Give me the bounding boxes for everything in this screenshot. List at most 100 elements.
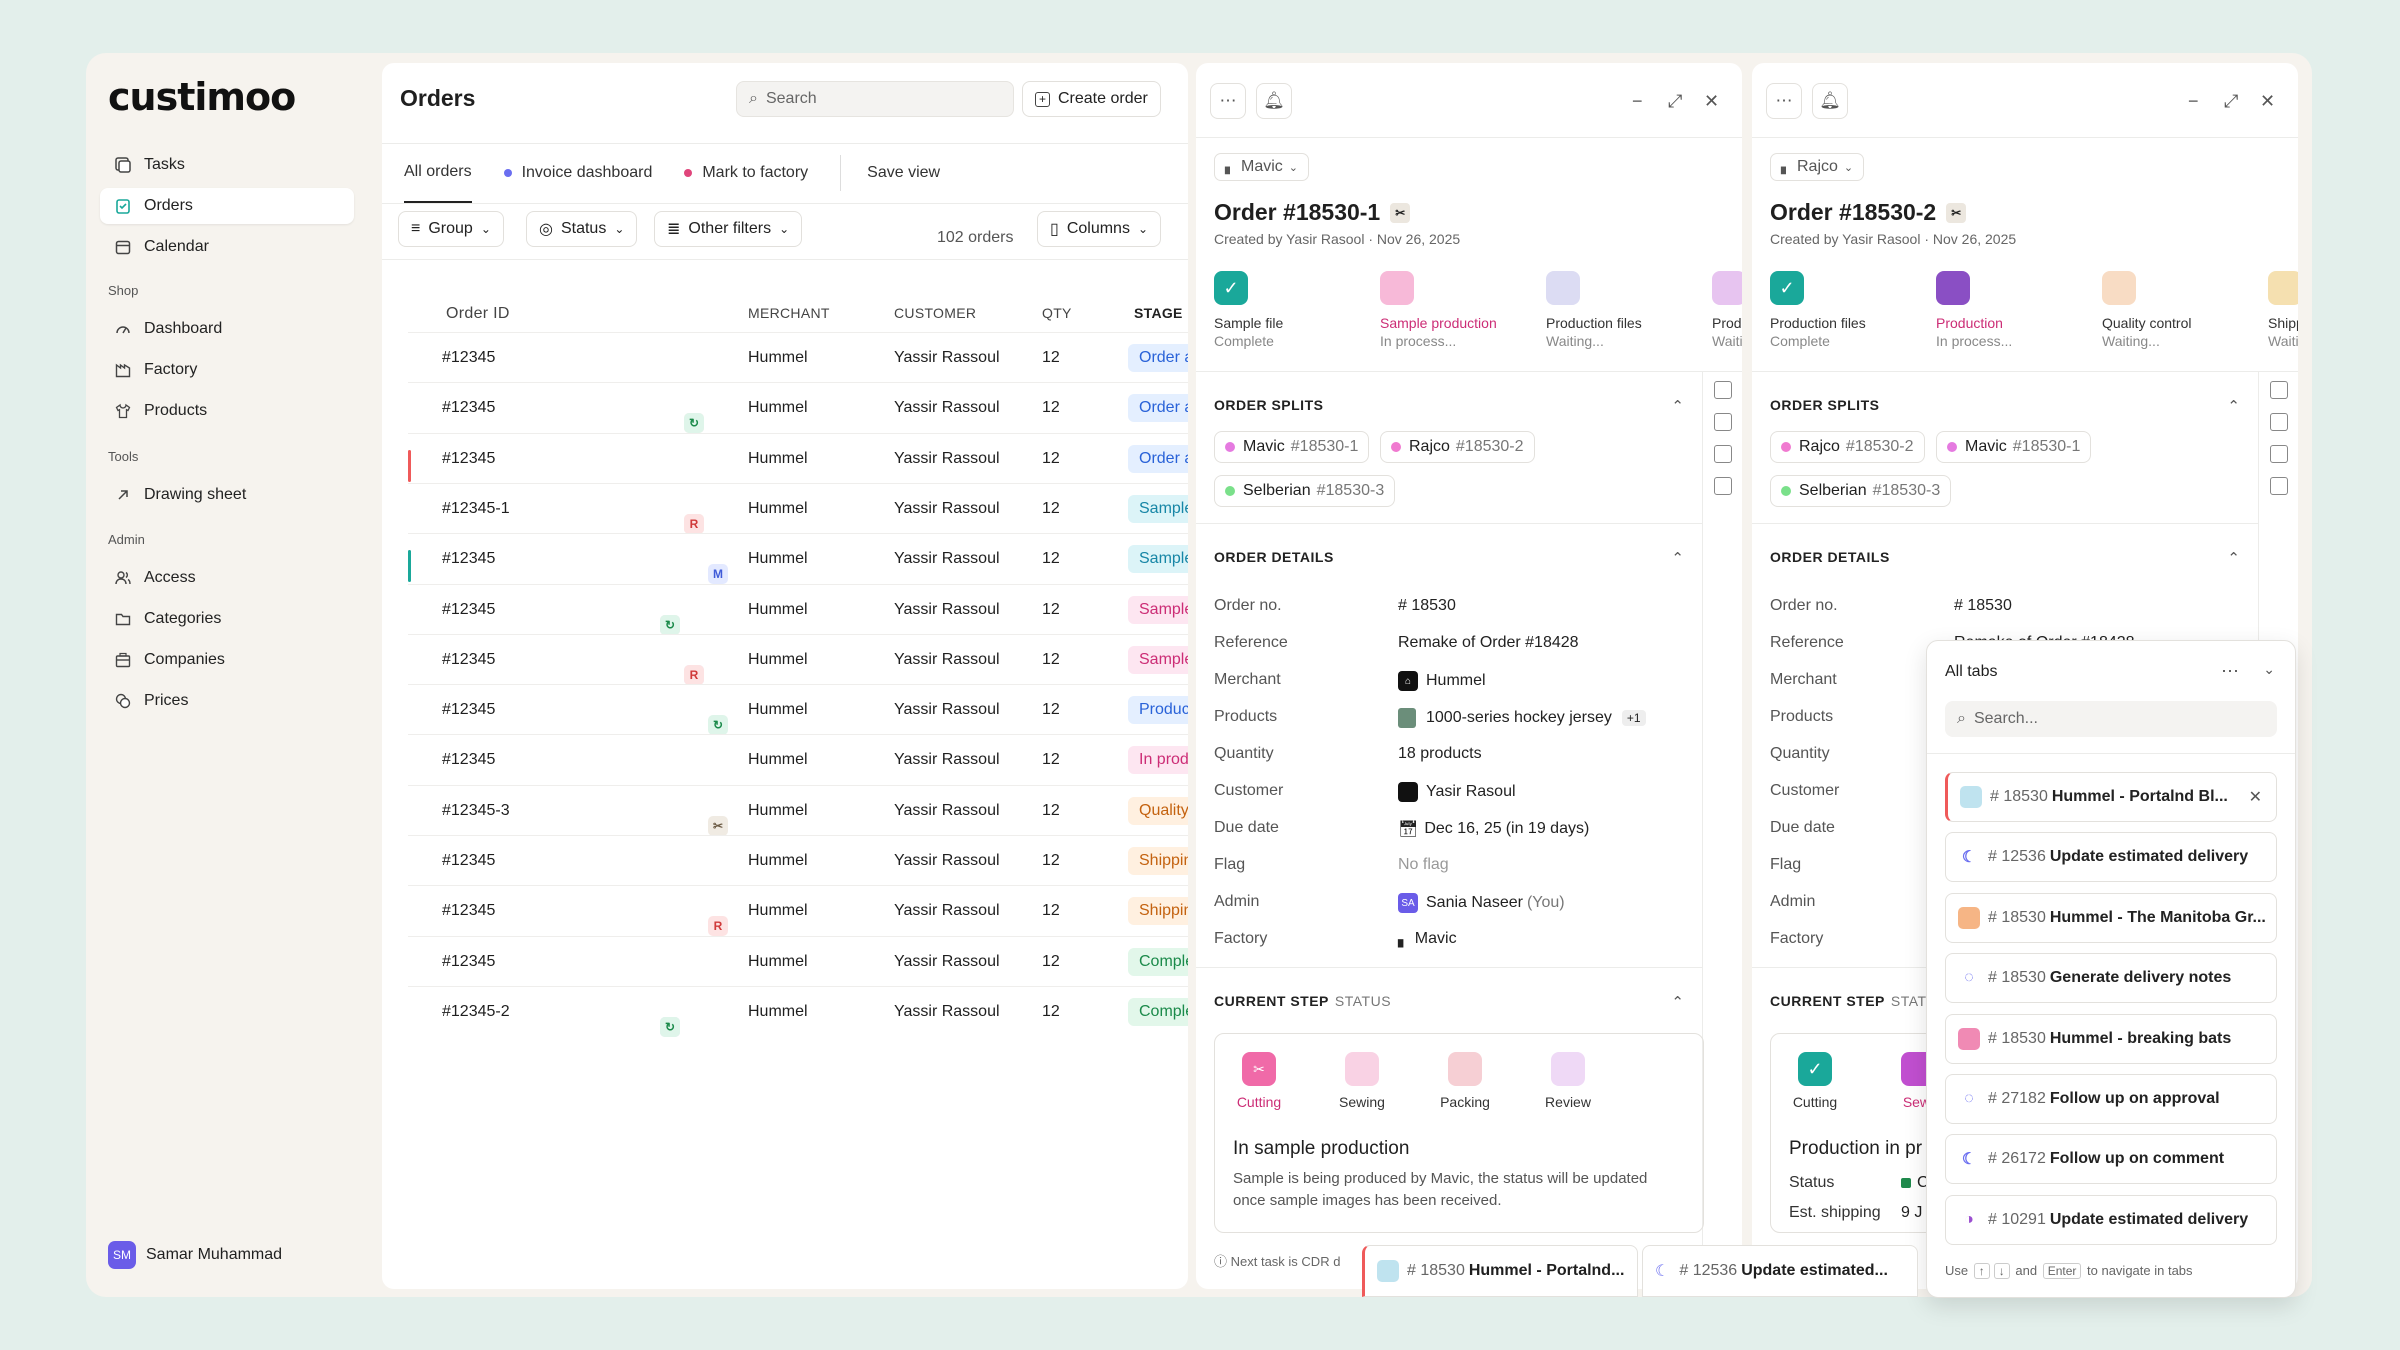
table-row[interactable]: #12345 MR Hummel Yassir Rassoul 12 Sampl… — [408, 633, 1188, 685]
shirt-icon[interactable] — [2269, 413, 2288, 431]
tab-list-item[interactable]: # 18530 Hummel - The Manitoba Gr... — [1945, 892, 2277, 943]
table-row[interactable]: #12345 ↻ Hummel Yassir Rassoul 12 Produc… — [408, 684, 1188, 736]
order-id[interactable]: #12345 — [442, 852, 495, 870]
sidebar-item-factory[interactable]: Factory — [100, 352, 354, 388]
other-filters-button[interactable]: ≣ Other filters ⌄ — [654, 211, 803, 247]
order-split-chip[interactable]: Mavic #18530-1 — [1214, 431, 1370, 463]
progress-step[interactable]: Production files Waiting... — [1546, 271, 1676, 349]
notifications-button[interactable]: 🔔︎ — [1812, 83, 1848, 119]
clipboard-icon[interactable] — [2269, 477, 2288, 495]
notifications-button[interactable]: 🔔︎ — [1256, 83, 1292, 119]
order-split-chip[interactable]: Rajco #18530-2 — [1380, 431, 1535, 463]
clipboard-icon[interactable] — [1713, 477, 1732, 495]
production-step[interactable]: Sewing — [1322, 1052, 1402, 1110]
sidebar-item-orders[interactable]: Orders — [100, 188, 354, 224]
sidebar-item-calendar[interactable]: Calendar — [100, 229, 354, 265]
production-step[interactable]: ✓ Cutting — [1775, 1052, 1855, 1110]
tab-list-item[interactable]: ◌ # 18530 Generate delivery notes — [1945, 953, 2277, 1004]
order-id[interactable]: #12345 — [442, 751, 495, 769]
order-split-chip[interactable]: Selberian #18530-3 — [1214, 475, 1396, 507]
tabs-search-input[interactable]: ⌕ Search... — [1945, 701, 2277, 737]
close-icon[interactable]: ✕ — [2260, 91, 2275, 112]
order-id[interactable]: #12345-2 — [442, 1003, 510, 1021]
order-id[interactable]: #12345 — [442, 701, 495, 719]
bottom-tab-2[interactable]: ☾ # 12536 Update estimated... — [1642, 1245, 1918, 1297]
order-id[interactable]: #12345 — [442, 399, 495, 417]
copy-icon[interactable] — [1713, 445, 1732, 463]
tab-all-orders[interactable]: All orders — [404, 143, 472, 203]
chevron-up-icon[interactable]: ⌃ — [1671, 993, 1684, 1011]
group-button[interactable]: ≡ Group ⌄ — [398, 211, 504, 247]
sidebar-item-drawing-sheet[interactable]: Drawing sheet — [100, 477, 354, 513]
table-row[interactable]: #12345 M Hummel Yassir Rassoul 12 Sample… — [408, 533, 1188, 585]
progress-step[interactable]: Production In process... — [1936, 271, 2066, 349]
tab-list-item[interactable]: # 18530 Hummel - breaking bats — [1945, 1013, 2277, 1064]
minimize-icon[interactable]: − — [2188, 91, 2199, 112]
more-button[interactable]: ⋯ — [1766, 83, 1802, 119]
chevron-up-icon[interactable]: ⌃ — [2227, 549, 2240, 567]
sidebar-item-access[interactable]: Access — [100, 560, 354, 596]
col-stage[interactable]: STAGE — [1134, 305, 1183, 321]
order-split-chip[interactable]: Mavic #18530-1 — [1936, 431, 2092, 463]
tab-mark-to-factory[interactable]: Mark to factory — [684, 164, 808, 182]
col-order-id[interactable]: Order ID — [446, 305, 510, 323]
order-id[interactable]: #12345 — [442, 953, 495, 971]
progress-step[interactable]: Sample production In process... — [1380, 271, 1510, 349]
table-row[interactable]: #12345 R↻ Hummel Yassir Rassoul 12 Order… — [408, 382, 1188, 434]
table-row[interactable]: #12345 Hummel Yassir Rassoul 12 In produ… — [408, 734, 1188, 784]
progress-step[interactable]: ✓ Production files Complete — [1770, 271, 1900, 349]
production-step[interactable]: Review — [1528, 1052, 1608, 1110]
order-split-chip[interactable]: Rajco #18530-2 — [1770, 431, 1925, 463]
tab-list-item[interactable]: ◑ # 10291 Update estimated delivery — [1945, 1194, 2277, 1245]
sidebar-item-products[interactable]: Products — [100, 393, 354, 429]
create-order-button[interactable]: + Create order — [1022, 81, 1161, 117]
minimize-icon[interactable]: − — [1632, 91, 1643, 112]
save-view-button[interactable]: Save view — [840, 155, 940, 191]
shirt-icon[interactable] — [1713, 413, 1732, 431]
table-row[interactable]: #12345 Hummel Yassir Rassoul 12 Shipping — [408, 835, 1188, 885]
col-merchant[interactable]: MERCHANT — [748, 305, 830, 321]
list-icon[interactable] — [1713, 381, 1732, 399]
tab-invoice-dashboard[interactable]: Invoice dashboard — [503, 164, 652, 182]
order-id[interactable]: #12345 — [442, 450, 495, 468]
user-profile[interactable]: SM Samar Muhammad — [108, 1241, 282, 1269]
columns-button[interactable]: ▯ Columns ⌄ — [1037, 211, 1162, 247]
tab-list-item[interactable]: ☾ # 26172 Follow up on comment — [1945, 1134, 2277, 1185]
table-row[interactable]: #12345-3 ✂ Hummel Yassir Rassoul 12 Qual… — [408, 784, 1188, 836]
production-step[interactable]: ✂ Cutting — [1219, 1052, 1299, 1110]
col-qty[interactable]: QTY — [1042, 305, 1072, 321]
factory-chip[interactable]: ▖ Mavic ⌄ — [1214, 153, 1309, 181]
col-customer[interactable]: CUSTOMER — [894, 305, 976, 321]
sidebar-item-prices[interactable]: Prices — [100, 683, 354, 719]
chevron-up-icon[interactable]: ⌃ — [1671, 397, 1684, 415]
order-split-chip[interactable]: Selberian #18530-3 — [1770, 475, 1952, 507]
order-id[interactable]: #12345 — [442, 651, 495, 669]
tab-list-item[interactable]: ◌ # 27182 Follow up on approval — [1945, 1074, 2277, 1124]
tab-list-item[interactable]: ☾ # 12536 Update estimated delivery — [1945, 832, 2277, 883]
sidebar-item-dashboard[interactable]: Dashboard — [100, 311, 354, 347]
table-row[interactable]: #12345 MR↻ Hummel Yassir Rassoul 12 Samp… — [408, 583, 1188, 635]
sidebar-item-tasks[interactable]: Tasks — [100, 147, 354, 183]
progress-step[interactable]: Quality control Waiting... — [2102, 271, 2232, 349]
dots-icon[interactable]: ⋯ — [2221, 661, 2239, 682]
table-row[interactable]: #12345 Hummel Yassir Rassoul 12 Order ap… — [408, 432, 1188, 483]
progress-step[interactable]: ✓ Sample file Complete — [1214, 271, 1344, 349]
table-row[interactable]: #12345-1 ✂R Hummel Yassir Rassoul 12 Sam… — [408, 482, 1188, 534]
close-icon[interactable]: ✕ — [1704, 91, 1719, 112]
expand-icon[interactable]: ⤢ — [2224, 91, 2238, 112]
table-row[interactable]: #12345 Hummel Yassir Rassoul 12 Complete… — [408, 935, 1188, 986]
production-step[interactable]: Packing — [1425, 1052, 1505, 1110]
copy-icon[interactable] — [2269, 445, 2288, 463]
table-row[interactable]: #12345 Hummel Yassir Rassoul 12 Order ap… — [408, 332, 1188, 382]
table-row[interactable]: #12345 R Hummel Yassir Rassoul 12 Shippi… — [408, 885, 1188, 937]
tab-list-item[interactable]: # 18530 Hummel - Portalnd Bl... ✕ — [1945, 772, 2277, 822]
chevron-down-icon[interactable]: ⌄ — [2263, 661, 2275, 678]
order-id[interactable]: #12345 — [442, 550, 495, 568]
expand-icon[interactable]: ⤢ — [1668, 91, 1682, 112]
progress-step[interactable]: Produ Waitir — [1712, 271, 1742, 349]
search-input[interactable]: ⌕ Search — [736, 81, 1014, 117]
list-icon[interactable] — [2269, 381, 2288, 399]
sidebar-item-companies[interactable]: Companies — [100, 642, 354, 678]
more-button[interactable]: ⋯ — [1210, 83, 1246, 119]
chevron-up-icon[interactable]: ⌃ — [1671, 549, 1684, 567]
